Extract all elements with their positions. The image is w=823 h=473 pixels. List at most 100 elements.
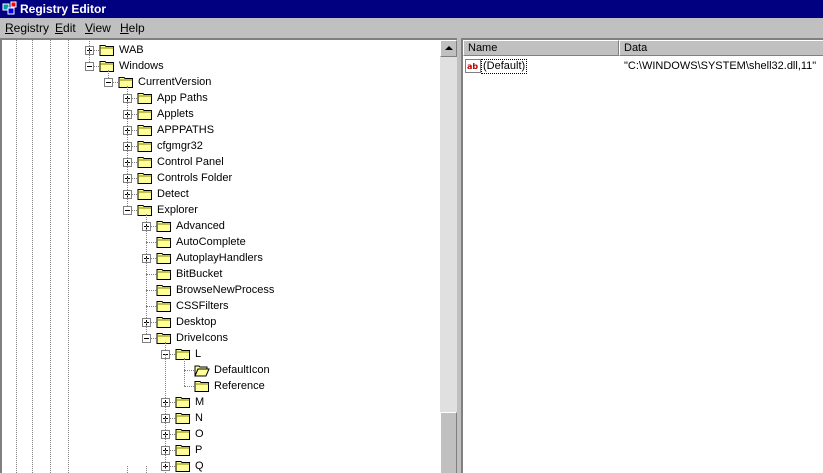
tree-node-label[interactable]: Q: [195, 459, 204, 473]
folder-icon[interactable]: [137, 139, 153, 153]
tree-node-label[interactable]: BrowseNewProcess: [176, 283, 274, 297]
menu-registry[interactable]: Registry: [5, 21, 49, 35]
tree-node-label[interactable]: M: [195, 395, 204, 409]
tree-node-label[interactable]: Desktop: [176, 315, 216, 329]
value-name[interactable]: (Default): [481, 59, 528, 74]
folder-icon[interactable]: [175, 443, 191, 457]
menu-label-rest: dit: [63, 21, 76, 35]
tree-node-label[interactable]: CurrentVersion: [138, 75, 211, 89]
svg-text:ab: ab: [467, 62, 478, 71]
menu-accelerator: V: [85, 21, 93, 35]
folder-icon[interactable]: [99, 59, 115, 73]
folder-icon[interactable]: [118, 75, 134, 89]
folder-icon[interactable]: [175, 427, 191, 441]
tree-connector: [184, 358, 185, 370]
tree-node-label[interactable]: WAB: [119, 43, 144, 57]
key-tree-pane[interactable]: WAB Windows CurrentVersion App Paths Applets…: [0, 38, 457, 473]
folder-icon[interactable]: [137, 91, 153, 105]
scroll-thumb[interactable]: [440, 412, 457, 473]
tree-connector: [146, 290, 156, 291]
tree-node-label[interactable]: cfgmgr32: [157, 139, 203, 153]
tree-node-label[interactable]: Advanced: [176, 219, 225, 233]
tree-node-label[interactable]: L: [195, 347, 201, 361]
string-value-icon: ab: [465, 59, 481, 73]
folder-icon[interactable]: [175, 347, 191, 361]
tree-connector: [146, 242, 156, 243]
tree-node-label[interactable]: P: [195, 443, 202, 457]
tree-node-label[interactable]: Applets: [157, 107, 194, 121]
folder-icon[interactable]: [137, 171, 153, 185]
folder-icon[interactable]: [175, 395, 191, 409]
folder-icon[interactable]: [156, 235, 172, 249]
collapse-icon[interactable]: [85, 62, 94, 71]
folder-icon[interactable]: [137, 107, 153, 121]
tree-node-label[interactable]: Windows: [119, 59, 164, 73]
tree-node-label[interactable]: N: [195, 411, 203, 425]
folder-icon[interactable]: [137, 187, 153, 201]
tree-node-label[interactable]: O: [195, 427, 204, 441]
tree-node-label[interactable]: Controls Folder: [157, 171, 232, 185]
folder-icon[interactable]: [137, 203, 153, 217]
tree-connector: [184, 386, 194, 387]
menu-accelerator: R: [5, 21, 14, 35]
tree-guide-line: [165, 466, 166, 473]
menu-label-rest: iew: [92, 21, 111, 35]
menu-help[interactable]: Help: [120, 21, 145, 35]
title-bar[interactable]: Registry Editor: [0, 0, 823, 18]
tree-node-label[interactable]: CSSFilters: [176, 299, 229, 313]
menu-accelerator: H: [120, 21, 129, 35]
tree-connector: [184, 370, 194, 371]
menu-view[interactable]: View: [85, 21, 111, 35]
collapse-icon[interactable]: [123, 206, 132, 215]
folder-icon[interactable]: [175, 411, 191, 425]
tree-node-label[interactable]: Control Panel: [157, 155, 224, 169]
tree-vertical-scrollbar[interactable]: [440, 40, 457, 473]
tree-guide-line: [16, 40, 17, 473]
menu-edit[interactable]: Edit: [55, 21, 76, 35]
folder-icon[interactable]: [156, 267, 172, 281]
folder-icon[interactable]: [156, 251, 172, 265]
tree-node-label[interactable]: AutoComplete: [176, 235, 246, 249]
tree-node-label[interactable]: Detect: [157, 187, 189, 201]
tree-node-label[interactable]: App Paths: [157, 91, 208, 105]
tree-node-label[interactable]: APPPATHS: [157, 123, 214, 137]
values-list-pane[interactable]: Name Data ab (Default) "C:\WINDOWS\SYSTE…: [461, 38, 823, 473]
folder-icon[interactable]: [137, 123, 153, 137]
column-header-data[interactable]: Data: [619, 40, 823, 56]
open-folder-icon[interactable]: [194, 363, 210, 377]
tree-guide-line: [127, 466, 128, 473]
tree-connector: [146, 290, 147, 306]
value-data: "C:\WINDOWS\SYSTEM\shell32.dll,11": [624, 60, 817, 72]
tree-node-label[interactable]: Explorer: [157, 203, 198, 217]
folder-icon[interactable]: [156, 283, 172, 297]
folder-icon[interactable]: [175, 459, 191, 473]
tree-node-label[interactable]: Reference: [214, 379, 265, 393]
menu-label-rest: elp: [128, 21, 145, 35]
collapse-icon[interactable]: [104, 78, 113, 87]
folder-icon[interactable]: [156, 219, 172, 233]
column-header-name[interactable]: Name: [463, 40, 619, 56]
folder-icon[interactable]: [194, 379, 210, 393]
tree-guide-line: [50, 40, 51, 473]
key-tree: WAB Windows CurrentVersion App Paths Applets…: [2, 40, 440, 473]
menu-label-rest: egistry: [13, 21, 50, 35]
tree-node-label[interactable]: DriveIcons: [176, 331, 228, 345]
scroll-up-button[interactable]: [440, 40, 457, 57]
tree-connector: [146, 274, 147, 290]
tree-node-label[interactable]: BitBucket: [176, 267, 222, 281]
folder-icon[interactable]: [156, 315, 172, 329]
tree-guide-line: [32, 40, 33, 473]
tree-connector: [184, 370, 185, 386]
menu-accelerator: E: [55, 21, 64, 35]
tree-node-label[interactable]: DefaultIcon: [214, 363, 270, 377]
folder-icon[interactable]: [156, 331, 172, 345]
tree-connector: [146, 306, 156, 307]
folder-icon[interactable]: [137, 155, 153, 169]
folder-icon[interactable]: [99, 43, 115, 57]
tree-guide-line: [146, 466, 147, 473]
value-row-default[interactable]: ab (Default) "C:\WINDOWS\SYSTEM\shell32.…: [463, 58, 823, 74]
tree-node-label[interactable]: AutoplayHandlers: [176, 251, 263, 265]
folder-icon[interactable]: [156, 299, 172, 313]
registry-editor-icon: [2, 1, 17, 15]
collapse-icon[interactable]: [142, 334, 151, 343]
